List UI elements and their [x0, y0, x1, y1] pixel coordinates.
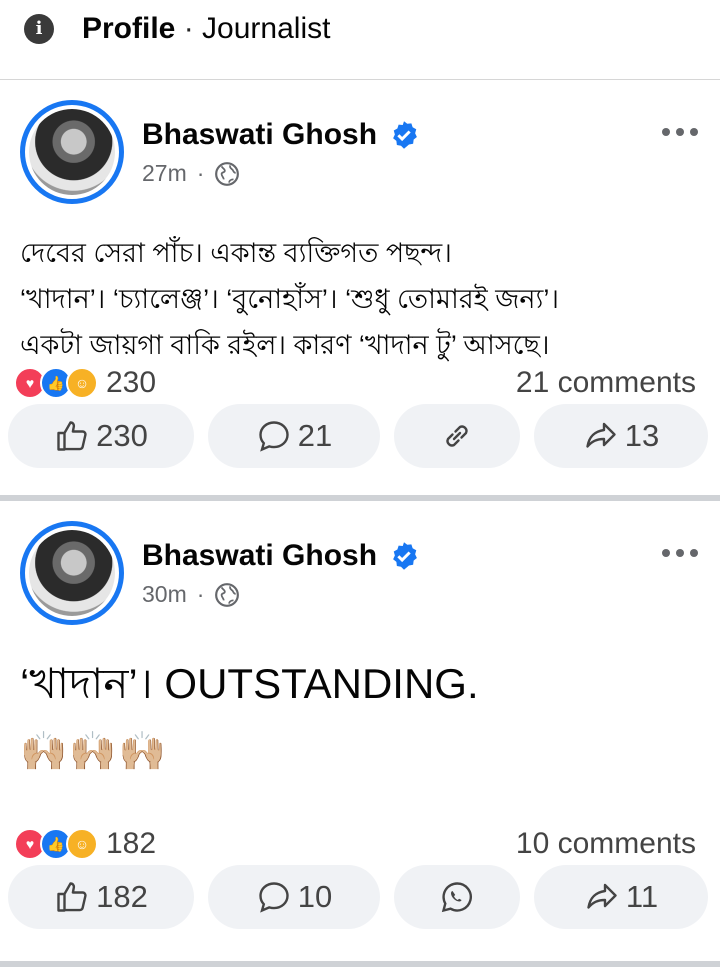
post-stats: ♥ 👍 ☺ 230 21 comments [14, 366, 696, 400]
like-button[interactable]: 230 [8, 404, 194, 468]
care-reaction-icon: ☺ [66, 367, 98, 399]
author-name[interactable]: Bhaswati Ghosh [142, 539, 419, 573]
post-time[interactable]: 27m [142, 160, 187, 187]
share-icon [586, 422, 616, 448]
post-text: দেবের সেরা পাঁচ। একান্ত ব্যক্তিগত পছন্দ।… [20, 230, 700, 368]
share-count: 13 [624, 418, 660, 453]
share-button[interactable]: 13 [534, 404, 708, 468]
share-count: 11 [625, 879, 659, 914]
comment-button[interactable]: 10 [208, 865, 380, 929]
raised-hands-emoji: 🙌🏼🙌🏼🙌🏼 [20, 729, 168, 773]
more-options-icon[interactable] [662, 128, 698, 136]
post-meta: 30m · [142, 581, 240, 608]
page-subtitle: Journalist [202, 11, 331, 45]
whatsapp-share-button[interactable] [394, 865, 520, 929]
avatar[interactable] [20, 100, 124, 204]
header-text: Profile · Journalist [82, 12, 330, 46]
comments-count[interactable]: 10 comments [516, 827, 696, 861]
page-header: i Profile · Journalist [0, 0, 720, 80]
like-icon [57, 882, 87, 912]
verified-badge-icon [393, 121, 417, 149]
post-time[interactable]: 30m [142, 581, 187, 608]
reaction-count: 230 [106, 366, 157, 399]
meta-dot: · [196, 581, 205, 607]
more-options-icon[interactable] [662, 549, 698, 557]
info-icon[interactable]: i [24, 13, 54, 44]
comments-count[interactable]: 21 comments [516, 366, 696, 400]
reactions-summary[interactable]: ♥ 👍 ☺ 230 [14, 366, 156, 400]
post-actions: 182 10 11 [8, 865, 712, 929]
verified-badge-icon [393, 542, 417, 570]
post-meta: 27m · [142, 160, 240, 187]
comment-count: 10 [297, 879, 333, 914]
copy-link-button[interactable] [394, 404, 520, 468]
like-button[interactable]: 182 [8, 865, 194, 929]
globe-icon [215, 582, 240, 607]
post-stats: ♥ 👍 ☺ 182 10 comments [14, 827, 696, 861]
whatsapp-icon [441, 882, 472, 913]
author-name-text: Bhaswati Ghosh [142, 539, 378, 572]
share-icon [587, 883, 617, 909]
like-count: 182 [96, 879, 148, 914]
care-reaction-icon: ☺ [66, 828, 98, 860]
comment-button[interactable]: 21 [208, 404, 380, 468]
header-separator: · [183, 11, 194, 45]
post-text-line: একটা জায়গা বাকি রইল। কারণ ‘খাদান টু’ আস… [20, 330, 550, 360]
post-actions: 230 21 13 [8, 404, 712, 468]
post-card: Bhaswati Ghosh 30m · ‘খাদান’। OUTSTANDIN… [0, 501, 720, 967]
post-text-line: ‘খাদান’। ‘চ্যালেঞ্জ’। ‘বুনোহাঁস’। ‘শুধু … [20, 284, 559, 314]
share-button[interactable]: 11 [534, 865, 708, 929]
comment-icon [259, 421, 289, 452]
author-name[interactable]: Bhaswati Ghosh [142, 118, 419, 152]
post-text: ‘খাদান’। OUTSTANDING. [20, 660, 479, 707]
comment-count: 21 [297, 418, 333, 453]
avatar[interactable] [20, 521, 124, 625]
author-name-text: Bhaswati Ghosh [142, 118, 378, 151]
like-icon [57, 421, 87, 451]
like-count: 230 [96, 418, 148, 453]
post-text-line: দেবের সেরা পাঁচ। একান্ত ব্যক্তিগত পছন্দ। [20, 238, 452, 268]
reaction-count: 182 [106, 827, 157, 860]
link-icon [446, 425, 468, 447]
meta-dot: · [196, 160, 205, 186]
page-title: Profile [82, 11, 176, 45]
post-card: Bhaswati Ghosh 27m · দেবের সেরা পাঁচ। এক… [0, 80, 720, 501]
comment-icon [259, 882, 289, 913]
reactions-summary[interactable]: ♥ 👍 ☺ 182 [14, 827, 156, 861]
globe-icon [215, 161, 240, 186]
